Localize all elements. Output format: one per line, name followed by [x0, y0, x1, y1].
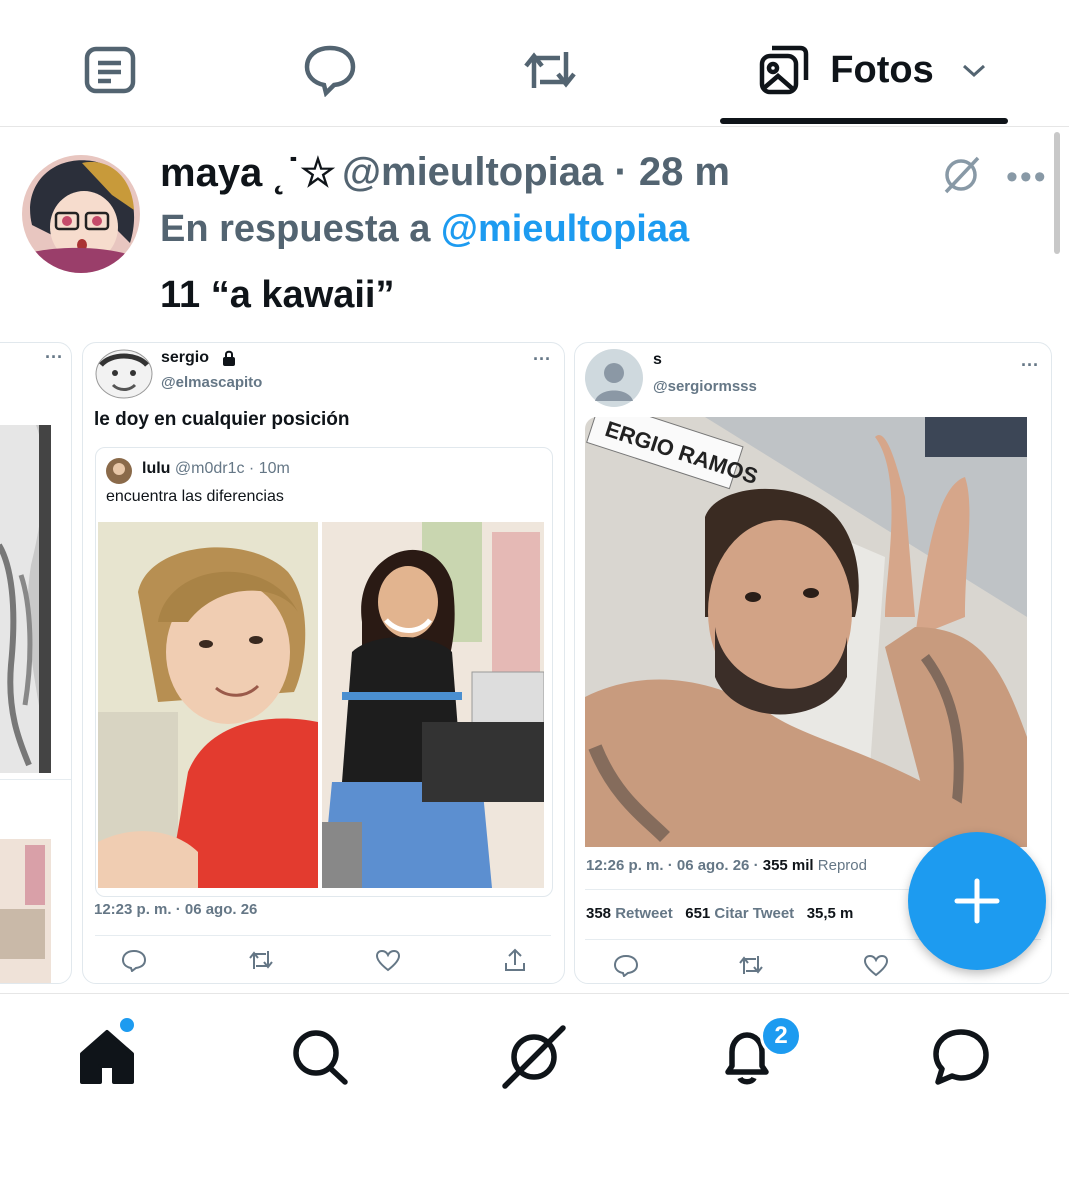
grok-icon[interactable] — [940, 154, 982, 201]
card2-avatar[interactable] — [585, 349, 643, 407]
quote-handle-time[interactable]: @m0dr1c · 10m — [175, 460, 290, 477]
tab-reposts[interactable] — [518, 40, 582, 100]
tweet-text: 11 “a kawaii” — [160, 274, 395, 316]
reply-icon — [304, 45, 356, 97]
quote-photo-right[interactable] — [322, 522, 544, 888]
search-icon — [293, 1030, 348, 1085]
compose-button[interactable] — [908, 832, 1046, 970]
card2-like-icon[interactable] — [863, 954, 889, 983]
tab-replies[interactable] — [298, 40, 362, 100]
article-icon — [84, 46, 136, 94]
reply-prefix: En respuesta a — [160, 208, 441, 250]
card2-more-icon[interactable]: ··· — [1021, 355, 1039, 376]
nav-search[interactable] — [285, 1022, 355, 1092]
card2-stats: 358 Retweet 651 Citar Tweet 35,5 m — [586, 905, 853, 922]
nav-messages[interactable] — [926, 1022, 996, 1092]
quoted-tweet[interactable]: lulu @m0dr1c · 10m encuentra las diferen… — [95, 447, 553, 897]
partial-card-left[interactable]: ··· — [0, 342, 72, 984]
tab-posts[interactable] — [80, 40, 140, 100]
active-tab-indicator — [720, 118, 1008, 124]
photos-icon — [760, 45, 809, 95]
notifications-badge: 2 — [760, 1015, 802, 1057]
card1-text: le doy en cualquier posición — [94, 409, 350, 430]
card1-like-icon[interactable] — [375, 949, 401, 978]
more-icon[interactable]: ••• — [1006, 158, 1048, 197]
quote-text: encuentra las diferencias — [106, 488, 284, 505]
tab-bar: Fotos — [0, 0, 1069, 127]
card2-timestamp[interactable]: 12:26 p. m. · 06 ago. 26 · 355 mil Repro… — [586, 857, 867, 874]
lock-icon — [223, 350, 235, 366]
retweet-icon — [524, 52, 576, 88]
card1-reply-icon[interactable] — [121, 948, 147, 977]
reply-handle-link[interactable]: @mieultopiaa — [441, 208, 689, 250]
card1-share-icon[interactable] — [503, 947, 527, 978]
card2-views-suffix: Reprod — [813, 857, 867, 874]
quote-avatar — [106, 458, 132, 484]
quote-photo-left[interactable] — [98, 522, 318, 888]
quotes-label[interactable]: Citar Tweet — [710, 905, 794, 922]
quote-author-name[interactable]: lulu — [142, 460, 170, 477]
retweets-count: 358 — [586, 905, 612, 922]
card2-retweet-icon[interactable] — [737, 953, 765, 982]
card2-time: 12:26 p. m. · 06 ago. 26 · — [586, 857, 763, 874]
partial-photo-color — [0, 839, 51, 983]
chevron-down-icon[interactable] — [960, 60, 988, 80]
partial-photo-bw — [0, 425, 51, 773]
author-handle-time[interactable]: @mieultopiaa · 28 m — [342, 150, 730, 195]
card2-photo[interactable]: ERGIO RAMOS — [585, 417, 1027, 847]
card-sergio[interactable]: sergio @elmascapito ··· le doy en cualqu… — [82, 342, 565, 984]
messages-icon — [933, 1029, 989, 1085]
avatar[interactable] — [22, 155, 140, 273]
scrollbar[interactable] — [1054, 132, 1060, 254]
card1-timestamp[interactable]: 12:23 p. m. · 06 ago. 26 — [94, 901, 257, 918]
quotes-count: 651 — [685, 905, 711, 922]
plus-icon — [954, 878, 1000, 924]
card1-author-handle[interactable]: @elmascapito — [161, 374, 262, 391]
card1-avatar[interactable] — [95, 349, 153, 399]
card1-author-name[interactable]: sergio — [161, 349, 209, 367]
card2-reply-icon[interactable] — [613, 953, 639, 982]
card2-author-name[interactable]: s — [653, 351, 662, 369]
card2-author-handle[interactable]: @sergiormsss — [653, 378, 757, 395]
tab-fotos-label: Fotos — [830, 48, 934, 91]
card1-retweet-icon[interactable] — [247, 948, 275, 977]
likes-count: 35,5 m — [806, 905, 854, 922]
tab-fotos[interactable]: Fotos — [752, 40, 992, 100]
author-name[interactable]: maya ˛˙☆ — [160, 150, 336, 196]
card1-more-icon[interactable]: ··· — [533, 349, 551, 370]
card-more-icon[interactable]: ··· — [45, 347, 63, 368]
nav-grok[interactable] — [499, 1022, 569, 1092]
card2-views: 355 mil — [762, 857, 814, 874]
retweets-label[interactable]: Retweet — [611, 905, 673, 922]
home-unread-dot — [118, 1016, 136, 1034]
reply-context: En respuesta a @mieultopiaa — [160, 208, 689, 251]
grok-nav-icon — [502, 1025, 566, 1089]
